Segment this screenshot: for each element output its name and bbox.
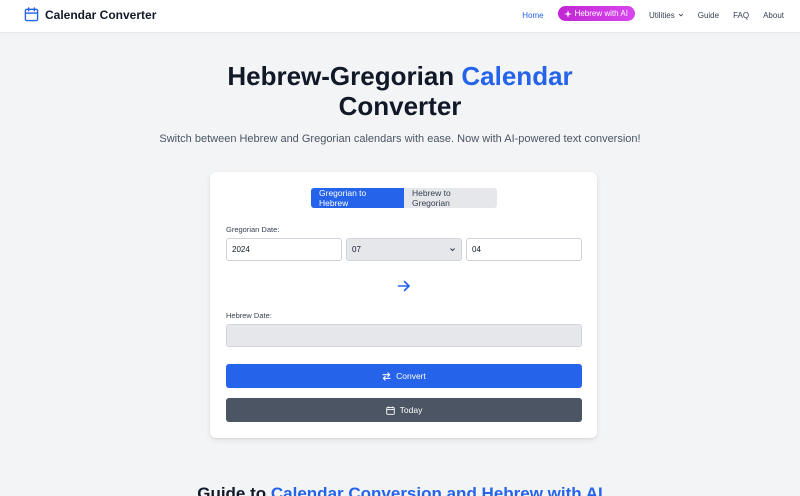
page-title: Hebrew-Gregorian Calendar Converter bbox=[0, 61, 800, 121]
exchange-icon bbox=[382, 371, 391, 381]
guide-accent: Calendar Conversion and Hebrew with AI bbox=[270, 484, 603, 496]
title-part2: Converter bbox=[338, 91, 462, 121]
converter-card: Gregorian to Hebrew Hebrew to Gregorian … bbox=[210, 172, 597, 438]
chevron-down-icon bbox=[678, 11, 684, 20]
convert-button[interactable]: Convert bbox=[226, 364, 582, 388]
title-part1: Hebrew-Gregorian bbox=[227, 61, 462, 91]
page-subtitle: Switch between Hebrew and Gregorian cale… bbox=[159, 133, 641, 145]
guide-heading: Guide to Calendar Conversion and Hebrew … bbox=[0, 484, 800, 496]
converter-tabs: Gregorian to Hebrew Hebrew to Gregorian bbox=[311, 188, 497, 208]
nav-utilities-dropdown[interactable]: Utilities bbox=[649, 11, 684, 20]
calendar-icon bbox=[24, 7, 39, 22]
tab-hebrew-to-gregorian[interactable]: Hebrew to Gregorian bbox=[404, 188, 497, 208]
nav-hebrew-ai-button[interactable]: Hebrew with AI bbox=[557, 6, 635, 21]
nav-guide[interactable]: Guide bbox=[698, 11, 719, 20]
nav-home[interactable]: Home bbox=[522, 11, 543, 20]
sparkle-icon bbox=[563, 9, 572, 18]
nav-about[interactable]: About bbox=[763, 11, 784, 20]
calendar-icon bbox=[385, 405, 395, 415]
nav-faq[interactable]: FAQ bbox=[733, 11, 749, 20]
nav-links: Home Hebrew with AI Utilities Guide FAQ … bbox=[522, 6, 784, 21]
month-value: 07 bbox=[352, 245, 361, 254]
month-select[interactable]: 07 bbox=[346, 238, 462, 261]
year-input[interactable]: 2024 bbox=[226, 238, 342, 261]
today-button[interactable]: Today bbox=[226, 398, 582, 422]
hebrew-date-label: Hebrew Date: bbox=[226, 311, 272, 320]
brand-name: Calendar Converter bbox=[45, 7, 157, 22]
today-label: Today bbox=[399, 405, 423, 415]
nav-hebrew-ai-label: Hebrew with AI bbox=[574, 9, 628, 18]
brand[interactable]: Calendar Converter bbox=[24, 7, 156, 22]
day-input[interactable]: 04 bbox=[466, 238, 582, 261]
title-accent: Calendar bbox=[461, 61, 573, 91]
year-value: 2024 bbox=[232, 245, 250, 254]
chevron-down-icon bbox=[449, 246, 456, 253]
tab-gregorian-to-hebrew[interactable]: Gregorian to Hebrew bbox=[311, 188, 404, 208]
navbar: Calendar Converter Home Hebrew with AI U… bbox=[0, 0, 800, 33]
hebrew-date-output bbox=[226, 324, 582, 347]
day-value: 04 bbox=[472, 245, 481, 254]
guide-prefix: Guide to bbox=[197, 484, 271, 496]
gregorian-date-label: Gregorian Date: bbox=[226, 225, 280, 234]
arrow-right-icon bbox=[397, 279, 411, 293]
nav-utilities-label: Utilities bbox=[648, 10, 675, 20]
convert-label: Convert bbox=[396, 371, 426, 381]
